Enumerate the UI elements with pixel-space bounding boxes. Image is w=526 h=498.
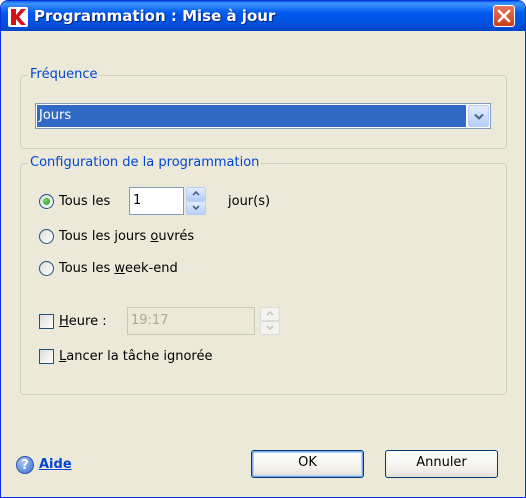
schedule-group-label: Configuration de la programmation: [28, 155, 262, 171]
run-skipped-label[interactable]: Lancer la tâche ignorée: [59, 349, 212, 365]
radio-selected-dot: [43, 198, 50, 205]
frequency-group-label: Fréquence: [28, 67, 100, 83]
dialog-window: Programmation : Mise à jour Fréquence Jo…: [0, 0, 526, 498]
weekend-label[interactable]: Tous les week-end: [59, 261, 178, 277]
ok-button[interactable]: OK: [251, 450, 364, 478]
chevron-down-icon: [473, 113, 484, 120]
time-input[interactable]: 19:17: [127, 307, 255, 335]
close-icon: [497, 9, 511, 23]
spin-up-button[interactable]: [186, 187, 206, 201]
title-bar[interactable]: Programmation : Mise à jour: [1, 1, 525, 31]
time-spin-up-button[interactable]: [260, 307, 280, 321]
days-unit-label: jour(s): [228, 194, 271, 209]
cancel-button[interactable]: Annuler: [385, 450, 498, 478]
weekend-radio[interactable]: [39, 261, 54, 276]
time-spinner[interactable]: [260, 307, 280, 335]
weekdays-radio[interactable]: [39, 229, 54, 244]
time-spin-down-button[interactable]: [260, 321, 280, 335]
frequency-dropdown[interactable]: Jours: [35, 103, 491, 129]
every-n-days-radio[interactable]: [39, 194, 54, 209]
every-n-days-label[interactable]: Tous les: [59, 194, 110, 210]
frequency-group: Fréquence Jours: [20, 67, 507, 149]
help-link[interactable]: Aide: [39, 457, 72, 473]
days-interval-spinner[interactable]: [186, 187, 206, 215]
run-skipped-checkbox[interactable]: [39, 349, 54, 364]
spin-down-button[interactable]: [186, 201, 206, 215]
window-title: Programmation : Mise à jour: [34, 7, 276, 25]
help-question-icon[interactable]: ?: [16, 456, 34, 474]
schedule-group: Configuration de la programmation Tous l…: [20, 155, 507, 395]
chevron-up-icon: [192, 191, 200, 196]
close-button[interactable]: [493, 5, 515, 27]
dropdown-button[interactable]: [468, 105, 489, 127]
weekdays-label[interactable]: Tous les jours ouvrés: [59, 229, 194, 245]
chevron-up-icon: [266, 311, 274, 316]
days-interval-input[interactable]: 1: [129, 187, 184, 215]
kaspersky-k-icon: [8, 7, 28, 27]
dialog-body: Fréquence Jours Configuration de la prog…: [5, 31, 521, 495]
chevron-down-icon: [192, 205, 200, 210]
time-checkbox[interactable]: [39, 314, 54, 329]
time-label[interactable]: Heure :: [59, 314, 107, 330]
frequency-selected-value: Jours: [37, 105, 466, 127]
chevron-down-icon: [266, 325, 274, 330]
